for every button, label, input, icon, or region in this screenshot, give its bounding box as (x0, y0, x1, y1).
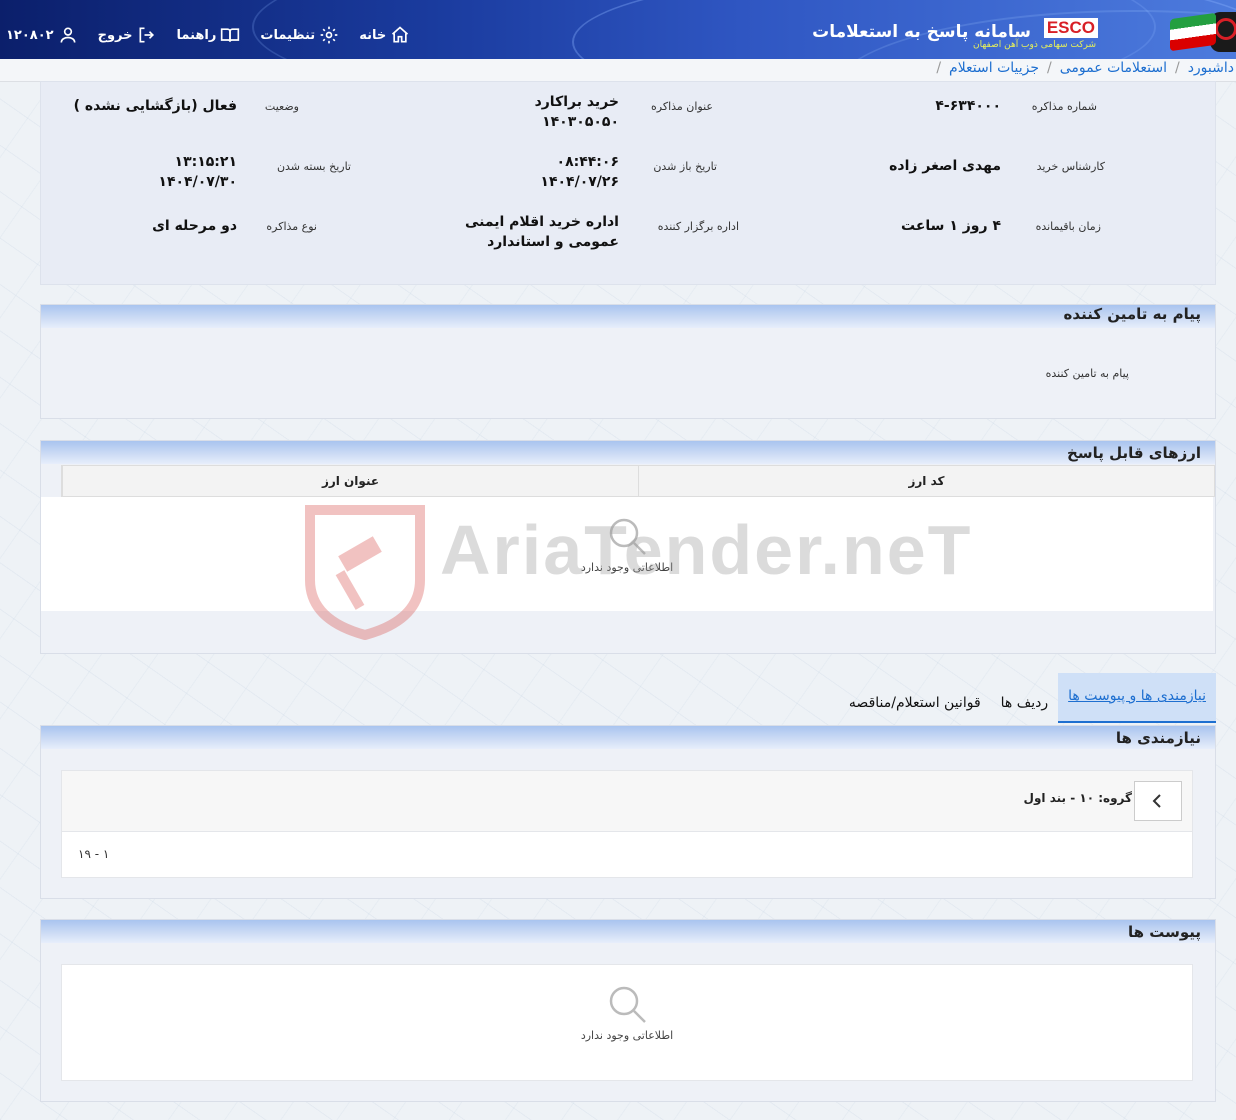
inquiry-details-panel: شماره مذاکره ۴-۶۳۴۰۰۰ کارشناس خرید مهدی … (40, 81, 1216, 285)
close-time: ۱۳:۱۵:۲۱ (174, 154, 237, 170)
organizer-value-line1: اداره خرید اقلام ایمنی (464, 214, 619, 230)
tab-inquiry-rules[interactable]: قوانین استعلام/مناقصه (839, 683, 991, 723)
remaining-time-value: ۴ روز ۱ ساعت (901, 218, 1001, 234)
empty-message: اطلاعاتی وجود ندارد (580, 1029, 674, 1042)
home-icon (392, 26, 409, 43)
top-nav: ۱۲۰۸۰۲ خروج راهنما تنظیمات خانه (0, 22, 410, 48)
breadcrumb-inquiry-details[interactable]: جزییات استعلام (949, 60, 1039, 76)
panel-title: ارزهای قابل پاسخ (1067, 444, 1201, 462)
negotiation-number-label: شماره مذاکره (1031, 100, 1097, 113)
negotiation-type-label: نوع مذاکره (266, 220, 317, 233)
book-icon (221, 28, 240, 42)
empty-message: اطلاعاتی وجود ندارد (580, 561, 674, 574)
gear-icon (320, 26, 338, 44)
expand-group-button[interactable] (1134, 781, 1182, 821)
close-date: ۱۴۰۴/۰۷/۳۰ (158, 174, 237, 190)
breadcrumb-public-inquiries[interactable]: استعلامات عمومی (1060, 60, 1167, 76)
esco-logo: ESCO (1043, 18, 1098, 38)
tab-requirements-attachments[interactable]: نیازمندی ها و پیوست ها (1058, 673, 1216, 723)
detail-tabs: نیازمندی ها و پیوست ها ردیف ها قوانین اس… (839, 673, 1216, 723)
chevron-left-icon (1152, 794, 1161, 808)
supplier-message-label: پیام به تامین کننده (1045, 367, 1129, 380)
system-title: سامانه پاسخ به استعلامات (812, 22, 1031, 42)
user-icon (60, 27, 76, 43)
buyer-value: مهدی اصغر زاده (889, 158, 1001, 174)
breadcrumb-bar: داشبورد / استعلامات عمومی / جزییات استعل… (0, 59, 1236, 82)
title-value: خرید براکارد (534, 94, 619, 110)
app-header: ESCO شرکت سهامی ذوب آهن اصفهان سامانه پا… (0, 0, 1236, 59)
requirements-panel: نیازمندی ها گروه: ۱۰ - بند اول ۱ - ۱۹ (40, 725, 1216, 899)
tab-rows[interactable]: ردیف ها (991, 683, 1058, 723)
logout-button[interactable]: خروج (98, 25, 157, 45)
empty-state: اطلاعاتی وجود ندارد (527, 983, 727, 1042)
settings-button[interactable]: تنظیمات (260, 25, 339, 45)
negotiation-number: ۴-۶۳۴۰۰۰ (935, 98, 1001, 114)
group-label: گروه: ۱۰ - بند اول (1023, 791, 1132, 805)
currencies-table-body: اطلاعاتی وجود ندارد (41, 497, 1213, 611)
requirement-group-header[interactable]: گروه: ۱۰ - بند اول (62, 771, 1192, 832)
organizer-value-line2: عمومی و استاندارد (487, 234, 619, 250)
remaining-time-label: زمان باقیمانده (1035, 220, 1101, 233)
item-range: ۱ - ۱۹ (78, 847, 110, 861)
status-label: وضعیت (264, 100, 299, 113)
user-id: ۱۲۰۸۰۲ (6, 27, 54, 43)
search-icon (609, 986, 646, 1023)
negotiation-type-value: دو مرحله ای (152, 218, 237, 234)
close-date-label: تاریخ بسته شدن (276, 160, 351, 173)
panel-title: پیام به تامین کننده (1063, 305, 1201, 323)
status-value: فعال (بازگشایی نشده ) (73, 98, 237, 114)
col-currency-code[interactable]: کد ارز (638, 466, 1214, 496)
requirement-group-card: گروه: ۱۰ - بند اول ۱ - ۱۹ (61, 770, 1193, 878)
guide-button[interactable]: راهنما (177, 25, 241, 45)
home-button[interactable]: خانه (359, 25, 410, 45)
panel-title: پیوست ها (1127, 923, 1201, 941)
buyer-label: کارشناس خرید (1036, 160, 1105, 173)
user-menu[interactable]: ۱۲۰۸۰۲ (6, 25, 78, 45)
logout-icon (139, 27, 154, 43)
attachments-panel: پیوست ها اطلاعاتی وجود ندارد (40, 919, 1216, 1102)
title-code: ۱۴۰۳۰۵۰۵۰ (542, 114, 619, 130)
supplier-message-panel: پیام به تامین کننده پیام به تامین کننده (40, 304, 1216, 419)
search-icon (609, 518, 646, 555)
breadcrumb-dashboard[interactable]: داشبورد (1188, 60, 1234, 76)
open-time: ۰۸:۴۴:۰۶ (556, 154, 619, 170)
organizer-label: اداره برگزار کننده (657, 220, 739, 233)
title-label: عنوان مذاکره (651, 100, 713, 113)
open-date: ۱۴۰۴/۰۷/۲۶ (540, 174, 619, 190)
open-date-label: تاریخ باز شدن (653, 160, 717, 173)
panel-title: نیازمندی ها (1115, 729, 1201, 747)
empty-state: اطلاعاتی وجود ندارد (527, 515, 727, 574)
iran-flag-icon (1170, 12, 1216, 52)
currencies-panel: ارزهای قابل پاسخ کد ارز عنوان ارز اطلاعا… (40, 440, 1216, 654)
breadcrumb: داشبورد / استعلامات عمومی / جزییات استعل… (936, 60, 1234, 76)
attachments-list: اطلاعاتی وجود ندارد (61, 964, 1193, 1081)
currencies-table-header: کد ارز عنوان ارز (61, 465, 1215, 497)
col-currency-title[interactable]: عنوان ارز (62, 466, 638, 496)
